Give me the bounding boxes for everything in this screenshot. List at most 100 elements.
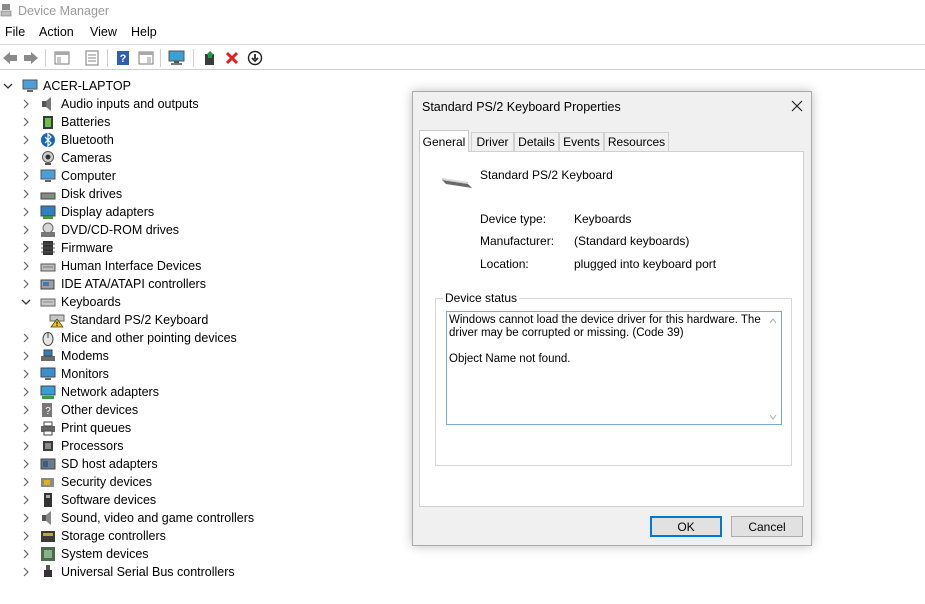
chevron-right-icon[interactable]	[20, 422, 32, 434]
chevron-right-icon[interactable]	[20, 260, 32, 272]
chevron-right-icon[interactable]	[20, 134, 32, 146]
tree-category-row[interactable]: Batteries	[20, 113, 110, 131]
tab-driver[interactable]: Driver	[471, 132, 514, 151]
security-device-icon	[40, 474, 56, 490]
tree-category-row[interactable]: Network adapters	[20, 383, 159, 401]
tab-details[interactable]: Details	[514, 132, 559, 151]
device-status-text: Windows cannot load the device driver fo…	[449, 314, 761, 365]
tree-category-row[interactable]: DVD/CD-ROM drives	[20, 221, 179, 239]
chevron-right-icon[interactable]	[20, 116, 32, 128]
tree-category-row[interactable]: ? Other devices	[20, 401, 138, 419]
tree-category-row[interactable]: Keyboards	[20, 293, 121, 311]
tree-category-row[interactable]: Security devices	[20, 473, 152, 491]
tree-item-label: DVD/CD-ROM drives	[61, 223, 180, 237]
chevron-right-icon[interactable]	[20, 206, 32, 218]
tab-general[interactable]: General	[419, 130, 469, 152]
ok-button[interactable]: OK	[650, 516, 722, 537]
scan-hardware-button[interactable]	[245, 48, 265, 68]
tree-category-row[interactable]: Print queues	[20, 419, 131, 437]
chevron-right-icon[interactable]	[20, 278, 32, 290]
ide-controller-icon	[40, 276, 56, 292]
tree-item-label: Standard PS/2 Keyboard	[70, 313, 209, 327]
tree-root-row[interactable]: ACER-LAPTOP	[2, 77, 131, 95]
scroll-up-icon[interactable]	[768, 316, 778, 326]
tree-category-row[interactable]: Universal Serial Bus controllers	[20, 563, 235, 581]
tree-item-label: Processors	[61, 439, 124, 453]
device-status-textbox[interactable]: Windows cannot load the device driver fo…	[446, 311, 782, 425]
chevron-down-icon[interactable]	[20, 296, 32, 308]
forward-button[interactable]	[21, 48, 41, 68]
scroll-down-icon[interactable]	[768, 412, 778, 422]
download-circle-icon	[247, 50, 263, 66]
menu-file[interactable]: File	[5, 25, 25, 39]
close-icon	[791, 100, 803, 112]
tree-category-row[interactable]: Monitors	[20, 365, 109, 383]
chevron-right-icon[interactable]	[20, 566, 32, 578]
menu-action[interactable]: Action	[39, 25, 74, 39]
chevron-right-icon[interactable]	[20, 404, 32, 416]
action-pane-button[interactable]	[136, 48, 156, 68]
tree-item-label: Network adapters	[61, 385, 159, 399]
tree-device-row[interactable]: Standard PS/2 Keyboard	[37, 311, 208, 329]
tab-resources[interactable]: Resources	[604, 132, 669, 151]
properties-sheet-icon	[85, 50, 99, 66]
tree-category-row[interactable]: Audio inputs and outputs	[20, 95, 199, 113]
chevron-right-icon[interactable]	[20, 98, 32, 110]
tree-category-row[interactable]: SD host adapters	[20, 455, 158, 473]
chevron-right-icon[interactable]	[20, 242, 32, 254]
tree-category-row[interactable]: Software devices	[20, 491, 156, 509]
chevron-right-icon[interactable]	[20, 386, 32, 398]
tree-category-row[interactable]: Cameras	[20, 149, 112, 167]
chevron-right-icon[interactable]	[20, 548, 32, 560]
tree-category-row[interactable]: IDE ATA/ATAPI controllers	[20, 275, 206, 293]
tree-category-row[interactable]: Bluetooth	[20, 131, 114, 149]
chevron-right-icon[interactable]	[20, 332, 32, 344]
cancel-button[interactable]: Cancel	[731, 516, 803, 537]
chevron-right-icon[interactable]	[20, 368, 32, 380]
bluetooth-icon	[40, 132, 56, 148]
chevron-down-icon[interactable]	[2, 80, 14, 92]
properties-button[interactable]	[82, 48, 102, 68]
chevron-right-icon[interactable]	[20, 530, 32, 542]
chevron-right-icon[interactable]	[20, 350, 32, 362]
help-button[interactable]: ?	[113, 48, 133, 68]
tab-events[interactable]: Events	[559, 132, 604, 151]
battery-icon	[40, 114, 56, 130]
forward-arrow-icon	[24, 52, 38, 64]
tree-item-label: Display adapters	[61, 205, 155, 219]
tree-category-row[interactable]: Computer	[20, 167, 116, 185]
tree-category-row[interactable]: Sound, video and game controllers	[20, 509, 254, 527]
tree-category-row[interactable]: Mice and other pointing devices	[20, 329, 237, 347]
tree-category-row[interactable]: Storage controllers	[20, 527, 166, 545]
menu-help[interactable]: Help	[131, 25, 157, 39]
device-name: Standard PS/2 Keyboard	[480, 168, 613, 182]
display-monitor-button[interactable]	[167, 48, 187, 68]
tree-category-row[interactable]: System devices	[20, 545, 149, 563]
chevron-right-icon[interactable]	[20, 224, 32, 236]
chevron-right-icon[interactable]	[20, 440, 32, 452]
chevron-right-icon[interactable]	[20, 494, 32, 506]
tree-category-row[interactable]: Firmware	[20, 239, 113, 257]
tree-item-label: Software devices	[61, 493, 157, 507]
device-status-label: Device status	[443, 291, 520, 305]
chevron-right-icon[interactable]	[20, 170, 32, 182]
tree-item-label: Sound, video and game controllers	[61, 511, 255, 525]
chevron-right-icon[interactable]	[20, 152, 32, 164]
menu-view[interactable]: View	[90, 25, 117, 39]
back-button[interactable]	[0, 48, 20, 68]
uninstall-device-button[interactable]	[222, 48, 242, 68]
tree-item-label: Audio inputs and outputs	[61, 97, 199, 111]
show-hide-console-tree-button[interactable]	[52, 48, 72, 68]
chevron-right-icon[interactable]	[20, 188, 32, 200]
tree-item-label: Other devices	[61, 403, 139, 417]
chevron-right-icon[interactable]	[20, 476, 32, 488]
dialog-close-button[interactable]	[789, 98, 805, 114]
chevron-right-icon[interactable]	[20, 458, 32, 470]
tree-category-row[interactable]: Disk drives	[20, 185, 122, 203]
tree-category-row[interactable]: Human Interface Devices	[20, 257, 201, 275]
chevron-right-icon[interactable]	[20, 512, 32, 524]
tree-category-row[interactable]: Modems	[20, 347, 109, 365]
tree-category-row[interactable]: Processors	[20, 437, 124, 455]
tree-category-row[interactable]: Display adapters	[20, 203, 154, 221]
update-driver-button[interactable]	[200, 48, 220, 68]
